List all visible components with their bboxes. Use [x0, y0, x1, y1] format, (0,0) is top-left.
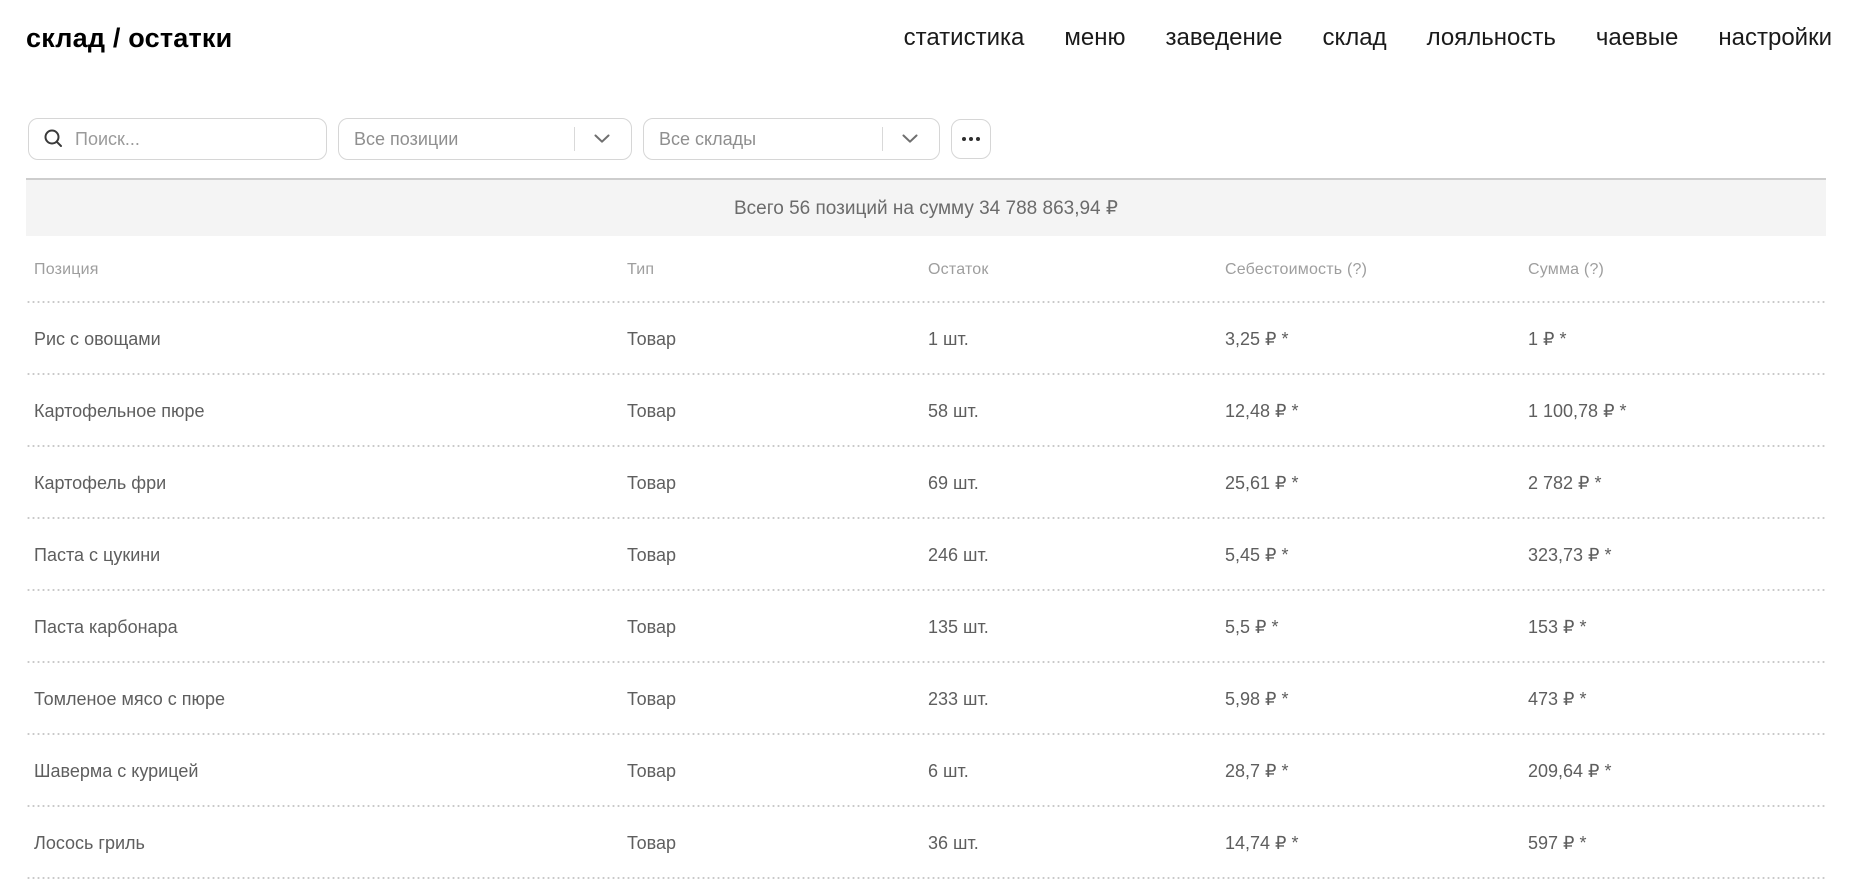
cell-name: Паста карбонара: [34, 617, 627, 638]
cell-type: Товар: [627, 545, 928, 566]
cell-sum: 1 ₽ *: [1528, 329, 1826, 350]
dropdown-divider: [574, 127, 575, 151]
search-placeholder: Поиск...: [75, 129, 140, 150]
positions-filter-dropdown[interactable]: Все позиции: [338, 118, 632, 160]
page-title: склад / остатки: [26, 23, 232, 54]
cell-name: Рис с овощами: [34, 329, 627, 350]
cell-type: Товар: [627, 401, 928, 422]
cell-stock: 58 шт.: [928, 401, 1225, 422]
cell-cost: 28,7 ₽ *: [1225, 761, 1528, 782]
cell-name: Шаверма с курицей: [34, 761, 627, 782]
table-row[interactable]: Рис с овощамиТовар1 шт.3,25 ₽ *1 ₽ *: [26, 303, 1826, 375]
table-row[interactable]: Лосось грильТовар36 шт.14,74 ₽ *597 ₽ *: [26, 807, 1826, 879]
nav-item-6[interactable]: настройки: [1718, 24, 1832, 52]
filter-row: Поиск... Все позиции Все склады: [28, 118, 991, 160]
column-header: Себестоимость (?): [1225, 261, 1528, 279]
cell-type: Товар: [627, 329, 928, 350]
cell-stock: 1 шт.: [928, 329, 1225, 350]
cell-sum: 597 ₽ *: [1528, 833, 1826, 854]
nav-item-5[interactable]: чаевые: [1596, 24, 1679, 52]
ellipsis-icon: [969, 137, 973, 141]
warehouses-filter-value: Все склады: [659, 129, 756, 150]
cell-cost: 5,45 ₽ *: [1225, 545, 1528, 566]
cell-cost: 25,61 ₽ *: [1225, 473, 1528, 494]
cell-stock: 6 шт.: [928, 761, 1225, 782]
cell-cost: 14,74 ₽ *: [1225, 833, 1528, 854]
positions-filter-value: Все позиции: [354, 129, 458, 150]
cell-stock: 36 шт.: [928, 833, 1225, 854]
chevron-down-icon: [902, 135, 918, 144]
table-row[interactable]: Паста с цукиниТовар246 шт.5,45 ₽ *323,73…: [26, 519, 1826, 591]
more-options-button[interactable]: [951, 119, 991, 159]
stock-table: ПозицияТипОстатокСебестоимость (?)Сумма …: [26, 236, 1826, 879]
table-row[interactable]: Шаверма с курицейТовар6 шт.28,7 ₽ *209,6…: [26, 735, 1826, 807]
nav-item-3[interactable]: склад: [1322, 24, 1386, 52]
table-row[interactable]: Паста карбонараТовар135 шт.5,5 ₽ *153 ₽ …: [26, 591, 1826, 663]
cell-name: Лосось гриль: [34, 833, 627, 854]
cell-stock: 246 шт.: [928, 545, 1225, 566]
cell-cost: 5,98 ₽ *: [1225, 689, 1528, 710]
cell-name: Картофель фри: [34, 473, 627, 494]
cell-sum: 209,64 ₽ *: [1528, 761, 1826, 782]
cell-sum: 153 ₽ *: [1528, 617, 1826, 638]
cell-type: Товар: [627, 833, 928, 854]
cell-cost: 3,25 ₽ *: [1225, 329, 1528, 350]
column-header: Тип: [627, 261, 928, 279]
ellipsis-icon: [976, 137, 980, 141]
cell-type: Товар: [627, 617, 928, 638]
cell-sum: 2 782 ₽ *: [1528, 473, 1826, 494]
table-header: ПозицияТипОстатокСебестоимость (?)Сумма …: [26, 236, 1826, 303]
cell-sum: 473 ₽ *: [1528, 689, 1826, 710]
cell-type: Товар: [627, 761, 928, 782]
cell-cost: 5,5 ₽ *: [1225, 617, 1528, 638]
cell-cost: 12,48 ₽ *: [1225, 401, 1528, 422]
ellipsis-icon: [962, 137, 966, 141]
cell-sum: 1 100,78 ₽ *: [1528, 401, 1826, 422]
cell-name: Томленое мясо с пюре: [34, 689, 627, 710]
cell-stock: 233 шт.: [928, 689, 1225, 710]
summary-bar: Всего 56 позиций на сумму 34 788 863,94 …: [26, 178, 1826, 236]
search-icon: [43, 128, 65, 150]
nav-item-4[interactable]: лояльность: [1427, 24, 1556, 52]
nav-item-1[interactable]: меню: [1064, 24, 1125, 52]
column-header: Остаток: [928, 261, 1225, 279]
table-row[interactable]: Томленое мясо с пюреТовар233 шт.5,98 ₽ *…: [26, 663, 1826, 735]
nav-item-2[interactable]: заведение: [1165, 24, 1282, 52]
column-header: Сумма (?): [1528, 261, 1826, 279]
cell-name: Картофельное пюре: [34, 401, 627, 422]
nav-item-0[interactable]: статистика: [904, 24, 1025, 52]
top-bar: склад / остатки статистикаменюзаведениес…: [0, 0, 1858, 64]
cell-type: Товар: [627, 689, 928, 710]
top-nav: статистика меню заведение склад лояльность ча…: [904, 24, 1832, 52]
dropdown-divider: [882, 127, 883, 151]
cell-name: Паста с цукини: [34, 545, 627, 566]
table-row[interactable]: Картофель фриТовар69 шт.25,61 ₽ *2 782 ₽…: [26, 447, 1826, 519]
cell-sum: 323,73 ₽ *: [1528, 545, 1826, 566]
summary-text: Всего 56 позиций на сумму 34 788 863,94 …: [734, 197, 1118, 220]
warehouses-filter-dropdown[interactable]: Все склады: [643, 118, 940, 160]
cell-stock: 135 шт.: [928, 617, 1225, 638]
search-input[interactable]: Поиск...: [28, 118, 327, 160]
chevron-down-icon: [594, 135, 610, 144]
table-row[interactable]: Картофельное пюреТовар58 шт.12,48 ₽ *1 1…: [26, 375, 1826, 447]
cell-stock: 69 шт.: [928, 473, 1225, 494]
cell-type: Товар: [627, 473, 928, 494]
column-header: Позиция: [34, 261, 627, 279]
